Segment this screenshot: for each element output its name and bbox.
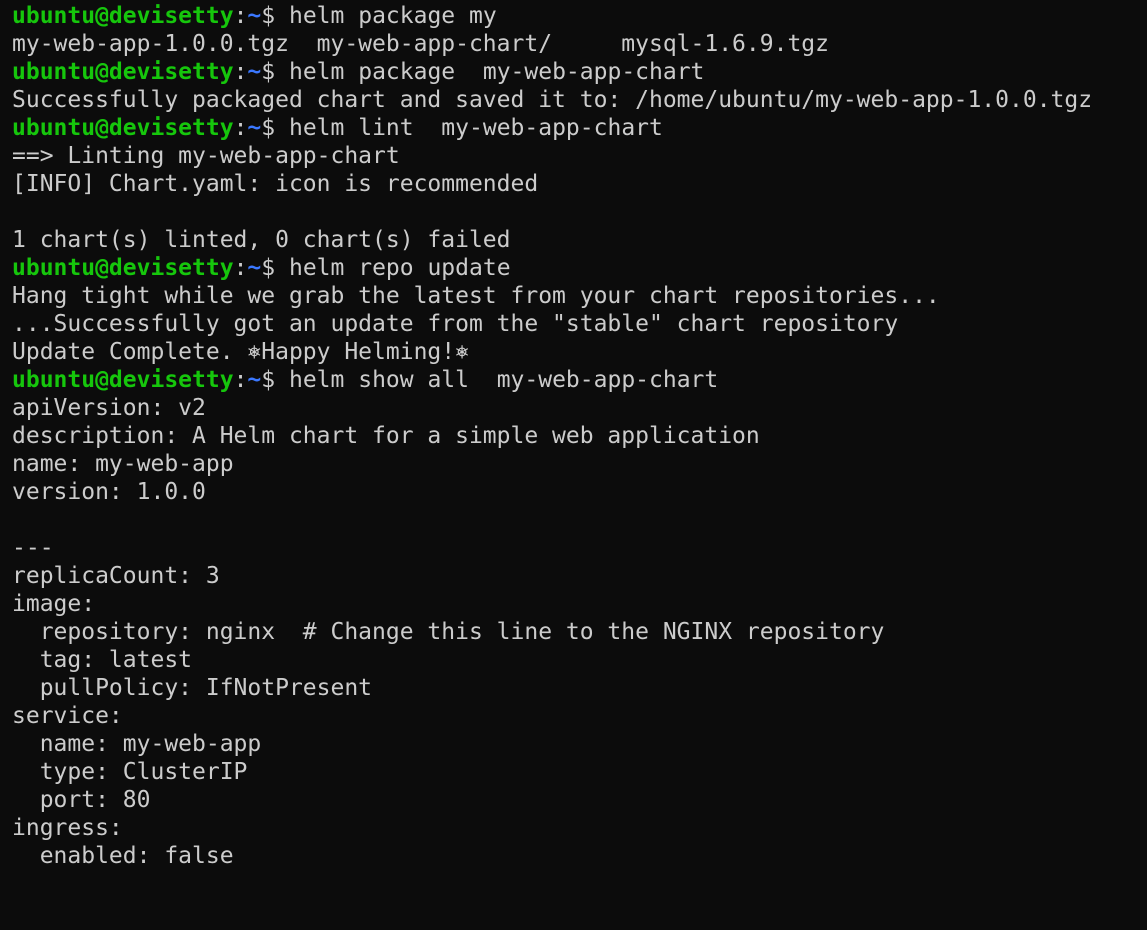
output-line: pullPolicy: IfNotPresent [12, 674, 1147, 702]
output-text: Hang tight while we grab the latest from… [12, 283, 940, 309]
output-line: --- [12, 534, 1147, 562]
output-text: ingress: [12, 815, 123, 841]
prompt-symbol: $ [261, 255, 289, 281]
command-text: helm lint my-web-app-chart [288, 115, 663, 141]
prompt-colon: : [233, 59, 248, 85]
output-line: name: my-web-app [12, 730, 1147, 758]
prompt-path: ~ [247, 367, 262, 393]
output-line: name: my-web-app [12, 450, 1147, 478]
output-text: [INFO] Chart.yaml: icon is recommended [12, 171, 539, 197]
prompt-user-host: ubuntu@devisetty [12, 3, 234, 29]
prompt-path: ~ [247, 59, 262, 85]
output-text: Update Complete. ⎈Happy Helming!⎈ [12, 339, 469, 365]
output-line: image: [12, 590, 1147, 618]
output-line: 1 chart(s) linted, 0 chart(s) failed [12, 226, 1147, 254]
output-line: Update Complete. ⎈Happy Helming!⎈ [12, 338, 1147, 366]
output-text: type: ClusterIP [12, 759, 248, 785]
command-text: helm package my-web-app-chart [288, 59, 705, 85]
output-text: ==> Linting my-web-app-chart [12, 143, 400, 169]
prompt-line: ubuntu@devisetty:~$ helm package my-web-… [12, 58, 1147, 86]
prompt-user-host: ubuntu@devisetty [12, 59, 234, 85]
output-text: apiVersion: v2 [12, 395, 206, 421]
output-line: replicaCount: 3 [12, 562, 1147, 590]
output-text: tag: latest [12, 647, 193, 673]
output-text: description: A Helm chart for a simple w… [12, 423, 760, 449]
output-line: repository: nginx # Change this line to … [12, 618, 1147, 646]
prompt-symbol: $ [261, 115, 289, 141]
output-text: pullPolicy: IfNotPresent [12, 675, 373, 701]
output-line: Hang tight while we grab the latest from… [12, 282, 1147, 310]
output-line: enabled: false [12, 842, 1147, 870]
output-line: [INFO] Chart.yaml: icon is recommended [12, 170, 1147, 198]
command-text: helm package my [288, 3, 497, 29]
output-text: --- [12, 535, 54, 561]
prompt-user-host: ubuntu@devisetty [12, 255, 234, 281]
prompt-line: ubuntu@devisetty:~$ helm package my [12, 2, 1147, 30]
output-text: port: 80 [12, 787, 151, 813]
prompt-symbol: $ [261, 367, 289, 393]
prompt-path: ~ [247, 3, 262, 29]
output-text: ...Successfully got an update from the "… [12, 311, 899, 337]
command-text: helm show all my-web-app-chart [288, 367, 719, 393]
output-text: service: [12, 703, 123, 729]
prompt-colon: : [233, 255, 248, 281]
prompt-line: ubuntu@devisetty:~$ helm repo update [12, 254, 1147, 282]
prompt-path: ~ [247, 115, 262, 141]
output-text: repository: nginx # Change this line to … [12, 619, 885, 645]
prompt-symbol: $ [261, 3, 289, 29]
output-text: Successfully packaged chart and saved it… [12, 87, 1093, 113]
terminal-window[interactable]: ubuntu@devisetty:~$ helm package my my-we… [0, 0, 1147, 930]
output-text: replicaCount: 3 [12, 563, 220, 589]
output-text: 1 chart(s) linted, 0 chart(s) failed [12, 227, 511, 253]
command-text: helm repo update [288, 255, 511, 281]
output-line: ingress: [12, 814, 1147, 842]
output-line: Successfully packaged chart and saved it… [12, 86, 1147, 114]
output-text: enabled: false [12, 843, 234, 869]
prompt-line: ubuntu@devisetty:~$ helm lint my-web-app… [12, 114, 1147, 142]
prompt-colon: : [233, 3, 248, 29]
prompt-user-host: ubuntu@devisetty [12, 115, 234, 141]
output-text: version: 1.0.0 [12, 479, 206, 505]
output-text: image: [12, 591, 96, 617]
output-text: name: my-web-app [12, 731, 262, 757]
output-text: name: my-web-app [12, 451, 234, 477]
prompt-colon: : [233, 115, 248, 141]
output-line: description: A Helm chart for a simple w… [12, 422, 1147, 450]
prompt-line: ubuntu@devisetty:~$ helm show all my-web… [12, 366, 1147, 394]
prompt-colon: : [233, 367, 248, 393]
output-text: my-web-app-1.0.0.tgz my-web-app-chart/ m… [12, 31, 829, 57]
output-line: ...Successfully got an update from the "… [12, 310, 1147, 338]
prompt-symbol: $ [261, 59, 289, 85]
output-line: apiVersion: v2 [12, 394, 1147, 422]
output-line: tag: latest [12, 646, 1147, 674]
output-line: port: 80 [12, 786, 1147, 814]
output-line: ==> Linting my-web-app-chart [12, 142, 1147, 170]
prompt-user-host: ubuntu@devisetty [12, 367, 234, 393]
output-line: type: ClusterIP [12, 758, 1147, 786]
output-line: my-web-app-1.0.0.tgz my-web-app-chart/ m… [12, 30, 1147, 58]
prompt-path: ~ [247, 255, 262, 281]
output-line: service: [12, 702, 1147, 730]
output-line: version: 1.0.0 [12, 478, 1147, 506]
